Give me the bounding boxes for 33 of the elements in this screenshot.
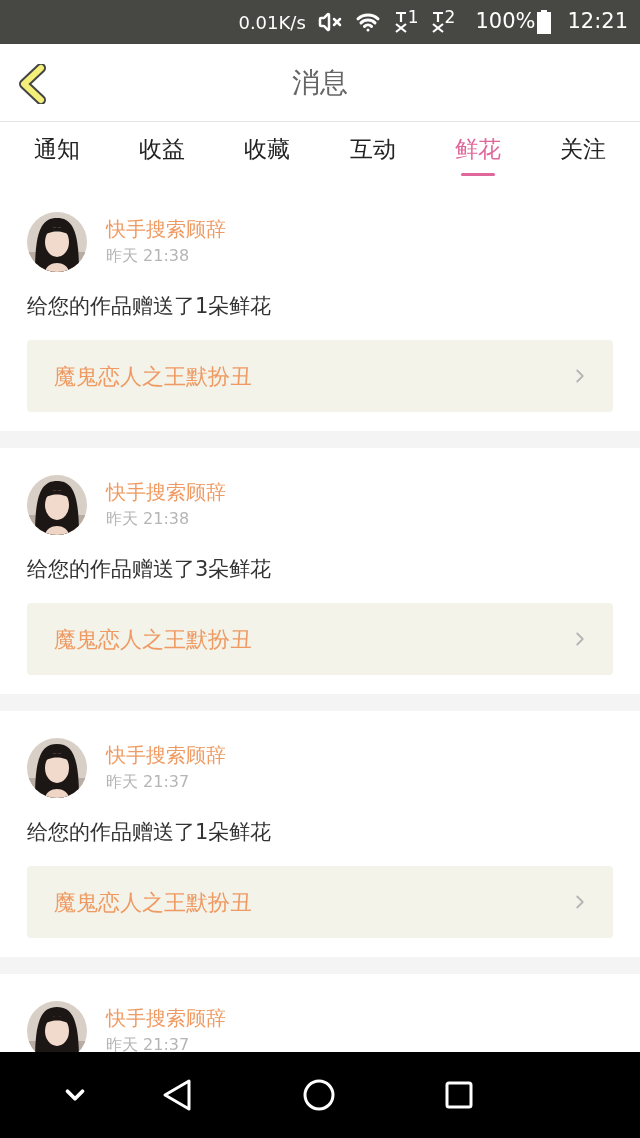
message-time: 昨天 21:38 [106, 509, 190, 529]
network-speed: 0.01K/s [238, 10, 306, 35]
back-icon[interactable] [162, 1078, 192, 1112]
user-name[interactable]: 快手搜索顾辞 [106, 480, 226, 504]
battery-level: 100% [475, 8, 536, 36]
message-text: 给您的作品赠送了1朵鲜花 [27, 819, 272, 846]
no-signal-icon [393, 11, 408, 33]
work-link[interactable]: 魔鬼恋人之王默扮丑 [27, 603, 613, 675]
sim-number: 1 [407, 9, 419, 26]
message-time: 昨天 21:37 [106, 772, 190, 792]
user-name[interactable]: 快手搜索顾辞 [106, 1006, 226, 1030]
tab[interactable]: 关注 [530, 122, 636, 185]
tab[interactable]: 通知 [4, 122, 110, 185]
message-time: 昨天 21:37 [106, 1035, 190, 1052]
work-link[interactable]: 魔鬼恋人之王默扮丑 [27, 340, 613, 412]
mute-icon [317, 10, 342, 34]
tab[interactable]: 收藏 [214, 122, 320, 185]
home-icon[interactable] [303, 1079, 335, 1111]
message-text: 给您的作品赠送了1朵鲜花 [27, 293, 272, 320]
message-time: 昨天 21:38 [106, 246, 190, 266]
no-signal-icon [430, 11, 445, 33]
clock: 12:21 [567, 8, 628, 36]
tab[interactable]: 收益 [109, 122, 215, 185]
tab[interactable]: 互动 [320, 122, 426, 185]
page-title: 消息 [292, 64, 348, 101]
battery-icon [537, 10, 552, 34]
user-name[interactable]: 快手搜索顾辞 [106, 743, 226, 767]
sim-number: 2 [444, 9, 456, 26]
work-link[interactable]: 魔鬼恋人之王默扮丑 [27, 866, 613, 938]
user-name[interactable]: 快手搜索顾辞 [106, 217, 226, 241]
recents-icon[interactable] [445, 1081, 473, 1109]
tab[interactable]: 鲜花 [425, 122, 531, 185]
message-text: 给您的作品赠送了3朵鲜花 [27, 556, 272, 583]
